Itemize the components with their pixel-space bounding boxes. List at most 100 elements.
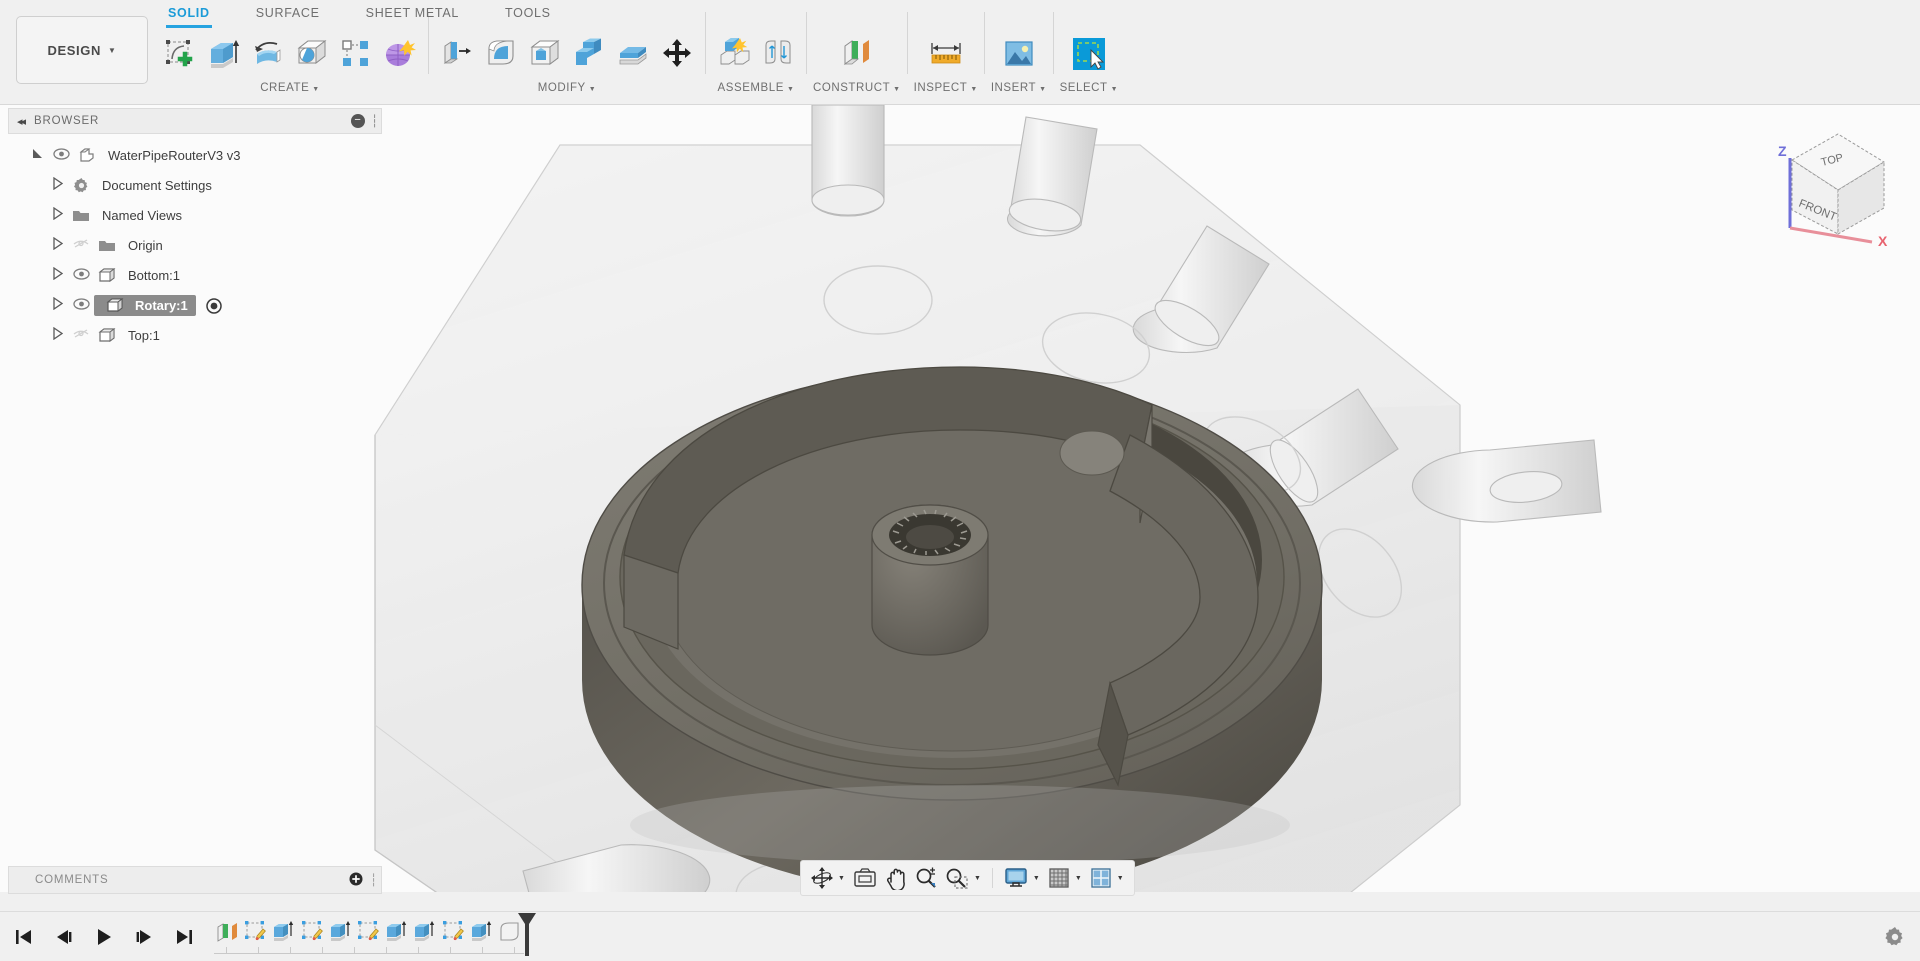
tree-item-root[interactable]: WaterPipeRouterV3 v3 [8,140,382,170]
timeline-feature-extrude[interactable] [327,920,355,954]
panel-label-create[interactable]: CREATE ▼ [260,82,320,94]
tree-label-bottom: Bottom:1 [128,267,181,283]
visibility-eye-off-icon[interactable] [68,327,94,343]
look-at-icon[interactable] [849,863,881,893]
new-component-icon[interactable] [712,31,756,77]
move-copy-icon[interactable] [655,31,699,77]
visibility-eye-off-icon[interactable] [68,237,94,253]
panel-select: SELECT ▼ [1060,0,1119,94]
go-to-end-icon[interactable] [168,921,200,953]
expand-triangle-right-icon[interactable] [46,266,68,283]
offset-plane-icon[interactable] [835,31,879,77]
component-icon [74,147,100,164]
display-settings-icon[interactable] [1000,863,1032,893]
step-forward-icon[interactable] [128,921,160,953]
tab-solid[interactable]: SOLID [166,4,212,28]
chevron-down-icon[interactable]: ▼ [974,875,981,882]
fillet-icon[interactable] [479,31,523,77]
select-window-icon[interactable] [1067,31,1111,77]
expand-triangle-down-icon[interactable] [26,147,48,163]
panel-label-construct[interactable]: CONSTRUCT ▼ [813,82,901,94]
zoom-window-icon[interactable] [941,863,973,893]
pan-icon[interactable] [881,863,911,893]
comments-resize-grip[interactable]: ┆ [370,873,378,887]
grid-snaps-icon[interactable] [1044,863,1074,893]
timeline-tick [482,946,483,954]
visibility-eye-icon[interactable] [68,267,94,283]
shell-icon[interactable] [523,31,567,77]
tree-item-document-settings[interactable]: Document Settings [8,170,382,200]
visibility-eye-icon[interactable] [48,147,74,163]
design-workspace-label: DESIGN [47,42,101,58]
step-back-icon[interactable] [48,921,80,953]
timeline-feature-extrude[interactable] [270,920,298,954]
view-cube[interactable]: Z X TOP FRONT [1760,120,1910,250]
chevron-down-icon[interactable]: ▼ [1075,875,1082,882]
folder-icon [94,238,120,253]
tree-item-named-views[interactable]: Named Views [8,200,382,230]
add-comment-icon[interactable] [349,872,363,889]
chevron-down-icon[interactable]: ▼ [1033,875,1040,882]
visibility-eye-icon[interactable] [68,297,94,313]
browser-resize-grip[interactable]: ┆ [371,114,379,128]
zoom-icon[interactable] [911,863,941,893]
timeline-feature-sketch[interactable] [242,920,270,954]
timeline-feature-construct-plane[interactable] [214,920,242,954]
panel-label-select[interactable]: SELECT ▼ [1060,82,1119,94]
toolbar-divider [906,12,908,74]
fusion360-window: DESIGN ▼ SOLID SURFACE SHEET METAL TOOLS [0,0,1920,961]
revolve-icon[interactable] [246,31,290,77]
collapse-browser-icon[interactable]: ◂◂ [17,115,26,128]
panel-label-assemble[interactable]: ASSEMBLE ▼ [718,82,795,94]
chevron-down-icon[interactable]: ▼ [838,875,845,882]
hole-icon[interactable] [290,31,334,77]
expand-triangle-right-icon[interactable] [46,176,68,193]
timeline-feature-extrude[interactable] [383,920,411,954]
timeline-marker[interactable] [516,912,538,961]
tree-item-rotary[interactable]: Rotary:1 [8,290,382,320]
timeline-feature-sketch[interactable] [355,920,383,954]
joint-icon[interactable] [756,31,800,77]
tree-item-origin[interactable]: Origin [8,230,382,260]
offset-face-icon[interactable] [611,31,655,77]
panel-label-insert[interactable]: INSERT ▼ [991,82,1047,94]
ribbon-tabs-and-panels: SOLID SURFACE SHEET METAL TOOLS CREATE ▼… [158,0,1118,105]
timeline-playback-controls [8,921,200,953]
extrude-icon[interactable] [202,31,246,77]
design-workspace-button[interactable]: DESIGN ▼ [16,16,148,84]
play-icon[interactable] [88,921,120,953]
measure-icon[interactable] [924,31,968,77]
expand-triangle-right-icon[interactable] [46,326,68,343]
timeline-feature-list [214,912,536,960]
panel-label-modify[interactable]: MODIFY ▼ [538,82,597,94]
body-icon [94,267,120,284]
tab-surface[interactable]: SURFACE [254,4,322,28]
form-icon[interactable] [378,31,422,77]
expand-triangle-right-icon[interactable] [46,296,68,313]
tube [811,105,885,217]
timeline-feature-sketch[interactable] [440,920,468,954]
tree-item-top[interactable]: Top:1 [8,320,382,350]
timeline-feature-extrude[interactable] [411,920,439,954]
press-pull-icon[interactable] [435,31,479,77]
tree-label-root: WaterPipeRouterV3 v3 [108,147,241,163]
activate-component-radio-icon[interactable] [206,297,222,314]
comments-panel[interactable]: COMMENTS ┆ [8,866,382,894]
insert-canvas-icon[interactable] [997,31,1041,77]
tree-item-bottom[interactable]: Bottom:1 [8,260,382,290]
timeline-settings-gear-icon[interactable] [1884,926,1906,953]
create-sketch-icon[interactable] [158,31,202,77]
tab-tools[interactable]: TOOLS [503,4,553,28]
viewports-icon[interactable] [1086,863,1116,893]
pattern-icon[interactable] [334,31,378,77]
combine-icon[interactable] [567,31,611,77]
chevron-down-icon[interactable]: ▼ [1117,875,1124,882]
minimize-browser-icon[interactable]: − [351,114,365,128]
go-to-beginning-icon[interactable] [8,921,40,953]
expand-triangle-right-icon[interactable] [46,206,68,223]
tree-label-rotary: Rotary:1 [135,297,188,313]
tab-sheet-metal[interactable]: SHEET METAL [364,4,461,28]
orbit-icon[interactable] [807,863,837,893]
expand-triangle-right-icon[interactable] [46,236,68,253]
panel-label-inspect[interactable]: INSPECT ▼ [914,82,978,94]
